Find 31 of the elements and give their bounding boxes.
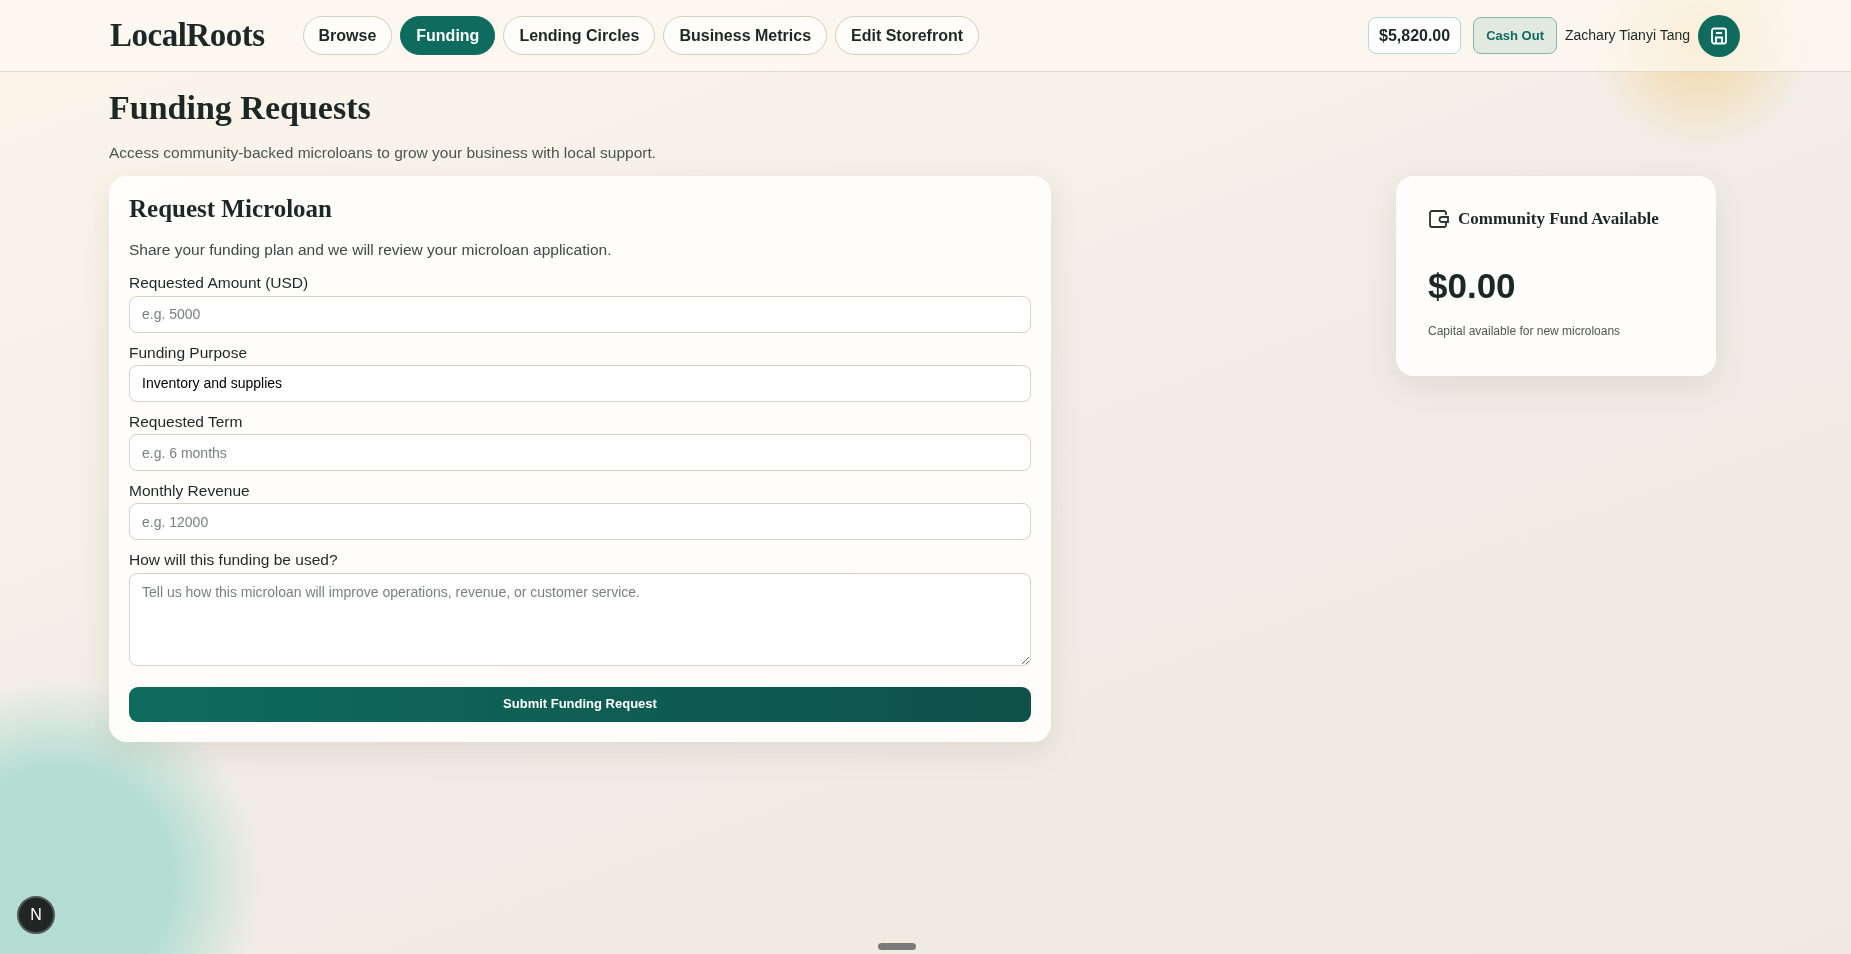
card-title: Community Fund Available: [1458, 208, 1659, 231]
user-name: Zachary Tianyi Tang: [1564, 26, 1690, 45]
page-title: Funding Requests: [109, 88, 372, 128]
card-description: Share your funding plan and we will review your microloan application.: [129, 240, 613, 261]
select-dropdown[interactable]: Inventory and supplies: [129, 364, 1031, 402]
submit-button[interactable]: Submit Funding Request: [129, 686, 1031, 722]
card-title: Request Microloan: [129, 194, 333, 225]
page-subtitle: Access community-backed microloans to grow your business with local support.: [109, 142, 658, 163]
nav-tab[interactable]: Browse: [302, 16, 393, 55]
nav-tab[interactable]: Business Metrics: [663, 16, 828, 55]
text-area[interactable]: Tell us how this microloan will improve operations, revenue, or customer service.: [129, 572, 1031, 666]
nav-tab[interactable]: Funding: [400, 16, 496, 55]
fund-caption: Capital available for new microloans: [1428, 323, 1622, 341]
avatar-button[interactable]: [1698, 14, 1740, 57]
nav-tab[interactable]: Lending Circles: [503, 16, 656, 55]
wallet-icon: [1428, 208, 1450, 229]
field-label: How will this funding be used?: [129, 550, 338, 571]
balance-amount: $5,820.00: [1368, 17, 1462, 54]
field-label: Monthly Revenue: [129, 481, 250, 502]
field-label: Funding Purpose: [129, 342, 248, 363]
dev-tools-button[interactable]: N: [17, 896, 55, 934]
field-label: Requested Amount (USD): [129, 273, 309, 294]
fund-amount: $0.00: [1428, 264, 1517, 307]
nav-tab[interactable]: Edit Storefront: [835, 16, 980, 55]
input-field[interactable]: e.g. 12000: [129, 503, 1031, 541]
cash-out-button[interactable]: Cash Out: [1473, 17, 1557, 54]
field-label: Requested Term: [129, 411, 243, 432]
scroll-handle[interactable]: [878, 943, 916, 950]
input-field[interactable]: e.g. 5000: [129, 295, 1031, 333]
logo[interactable]: LocalRoots: [110, 10, 265, 61]
input-field[interactable]: e.g. 6 months: [129, 434, 1031, 472]
